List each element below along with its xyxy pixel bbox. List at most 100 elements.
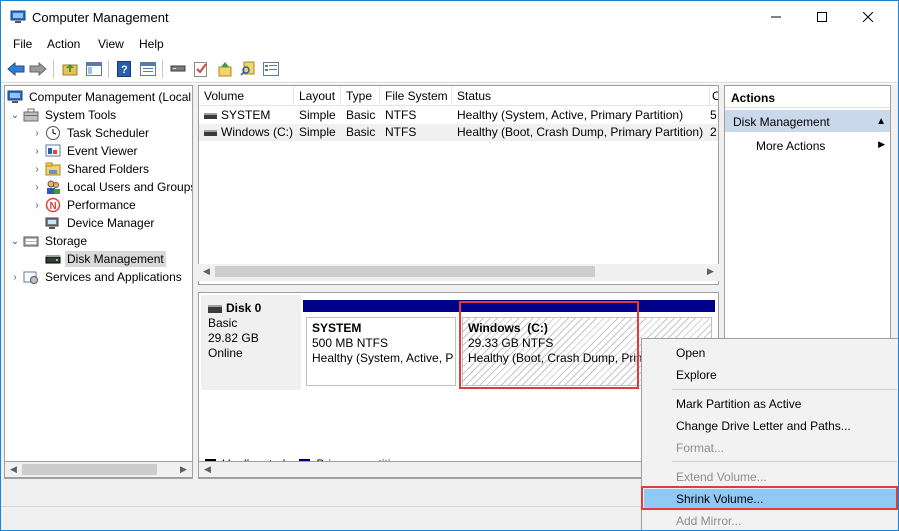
more-actions-item[interactable]: More Actions ▶	[725, 135, 890, 155]
chevron-down-icon[interactable]: ⌄	[9, 109, 21, 121]
menu-file[interactable]: File	[13, 37, 32, 51]
disk-management-icon	[45, 251, 61, 267]
chevron-right-icon[interactable]: ›	[31, 127, 43, 139]
scroll-thumb[interactable]	[22, 464, 157, 475]
search-button[interactable]	[238, 59, 258, 79]
back-button[interactable]	[6, 59, 26, 79]
collapse-arrow-icon[interactable]: ▲	[876, 116, 886, 127]
computer-management-icon	[7, 89, 23, 105]
import-icon	[218, 62, 232, 77]
tree-item-performance[interactable]: › N Performance	[31, 196, 138, 214]
up-folder-icon	[62, 64, 78, 76]
column-header-file-system[interactable]: File System	[380, 86, 452, 106]
chevron-right-icon[interactable]: ›	[31, 199, 43, 211]
menu-item-open[interactable]: Open	[644, 343, 897, 364]
tree-label: Disk Management	[65, 251, 166, 267]
volume-file-system: NTFS	[385, 108, 417, 122]
performance-icon: N	[45, 197, 61, 213]
tree-item-storage[interactable]: ⌄ Storage	[9, 232, 89, 250]
menu-view[interactable]: View	[98, 37, 124, 51]
table-row[interactable]: Windows (C:) Simple Basic NTFS Healthy (…	[199, 124, 718, 141]
tree-item-computer-management[interactable]: Computer Management (Local	[7, 88, 192, 106]
scroll-left-icon[interactable]: ◀	[199, 462, 216, 477]
properties-icon	[140, 62, 156, 76]
tree-item-device-manager[interactable]: Device Manager	[45, 214, 156, 232]
tree-item-system-tools[interactable]: ⌄ System Tools	[9, 106, 118, 124]
column-header-capacity[interactable]: C	[710, 86, 718, 106]
close-icon	[863, 12, 873, 22]
disk-state: Online	[208, 346, 243, 360]
volume-icon	[204, 112, 217, 119]
menu-item-explore[interactable]: Explore	[644, 365, 897, 386]
menu-item-shrink-volume[interactable]: Shrink Volume...	[644, 489, 897, 510]
connect-icon	[170, 65, 186, 72]
tree-item-shared-folders[interactable]: › Shared Folders	[31, 160, 151, 178]
title-bar: Computer Management	[1, 1, 898, 33]
column-header-volume[interactable]: Volume	[199, 86, 294, 106]
chevron-right-icon[interactable]: ›	[9, 271, 21, 283]
volume-name: SYSTEM	[221, 108, 271, 122]
chevron-right-icon[interactable]: ›	[31, 163, 43, 175]
partition-name: SYSTEM	[312, 321, 362, 335]
tree-label: Shared Folders	[67, 162, 150, 176]
volume-list-header: Volume Layout Type File System Status C	[199, 86, 718, 106]
table-row[interactable]: SYSTEM Simple Basic NTFS Healthy (System…	[199, 107, 718, 124]
help-icon: ?	[117, 61, 131, 77]
services-icon	[23, 269, 39, 285]
minimize-button[interactable]	[753, 1, 799, 33]
connect-button[interactable]	[168, 59, 188, 79]
scroll-thumb[interactable]	[215, 266, 595, 277]
volume-list: Volume Layout Type File System Status C …	[198, 85, 719, 285]
volume-name: Windows (C:)	[221, 125, 294, 139]
scroll-right-icon[interactable]: ▶	[175, 462, 192, 477]
tree-label: Device Manager	[67, 216, 155, 230]
chevron-right-icon[interactable]: ›	[31, 145, 43, 157]
column-header-layout[interactable]: Layout	[294, 86, 341, 106]
tree-item-event-viewer[interactable]: › Event Viewer	[31, 142, 139, 160]
menu-item-add-mirror[interactable]: Add Mirror...	[644, 511, 897, 530]
menu-help[interactable]: Help	[139, 37, 164, 51]
tree-horizontal-scrollbar[interactable]: ◀ ▶	[4, 461, 193, 478]
column-header-status[interactable]: Status	[452, 86, 710, 106]
tree-item-local-users-and-groups[interactable]: › Local Users and Groups	[31, 178, 193, 196]
help-button[interactable]: ?	[114, 59, 134, 79]
disk-type: Basic	[208, 316, 238, 330]
tree-label: Local Users and Groups	[67, 180, 193, 194]
close-button[interactable]	[845, 1, 891, 33]
import-button[interactable]	[215, 59, 235, 79]
properties-button[interactable]	[138, 59, 158, 79]
column-header-type[interactable]: Type	[341, 86, 380, 106]
scroll-left-icon[interactable]: ◀	[5, 462, 22, 477]
checklist-button[interactable]	[191, 59, 211, 79]
console-button[interactable]	[261, 59, 281, 79]
menu-item-mark-partition-active[interactable]: Mark Partition as Active	[644, 394, 897, 415]
volume-status: Healthy (System, Active, Primary Partiti…	[457, 108, 684, 122]
tree-label: System Tools	[45, 108, 117, 122]
menu-item-format[interactable]: Format...	[644, 438, 897, 459]
show-hide-console-tree-button[interactable]	[84, 59, 104, 79]
tree-item-task-scheduler[interactable]: › Task Scheduler	[31, 124, 151, 142]
scroll-right-icon[interactable]: ▶	[702, 264, 719, 279]
chevron-down-icon[interactable]: ⌄	[9, 235, 21, 247]
menu-action[interactable]: Action	[47, 37, 80, 51]
menu-item-extend-volume[interactable]: Extend Volume...	[644, 467, 897, 488]
tree-item-disk-management[interactable]: Disk Management	[45, 250, 166, 268]
volume-status: Healthy (Boot, Crash Dump, Primary Parti…	[457, 125, 704, 139]
chevron-right-icon[interactable]: ›	[31, 181, 43, 193]
menu-item-change-drive-letter[interactable]: Change Drive Letter and Paths...	[644, 416, 897, 437]
scroll-left-icon[interactable]: ◀	[198, 264, 215, 279]
partition-name: Windows (C:)	[468, 321, 548, 335]
computer-management-icon	[10, 10, 26, 23]
volume-file-system: NTFS	[385, 125, 417, 139]
maximize-button[interactable]	[799, 1, 845, 33]
partition-system[interactable]: SYSTEM 500 MB NTFS Healthy (System, Acti…	[306, 317, 456, 386]
volume-type: Basic	[346, 108, 376, 122]
volume-capacity: 2	[710, 125, 717, 139]
disk-info[interactable]: Disk 0 Basic 29.82 GB Online	[201, 295, 301, 390]
up-one-level-button[interactable]	[60, 59, 80, 79]
tree-item-services-and-applications[interactable]: › Services and Applications	[9, 268, 184, 286]
actions-section-disk-management[interactable]: Disk Management ▲	[725, 110, 890, 132]
forward-button[interactable]	[28, 59, 48, 79]
back-arrow-icon	[7, 62, 25, 76]
volume-list-horizontal-scrollbar[interactable]: ◀ ▶	[198, 264, 719, 281]
